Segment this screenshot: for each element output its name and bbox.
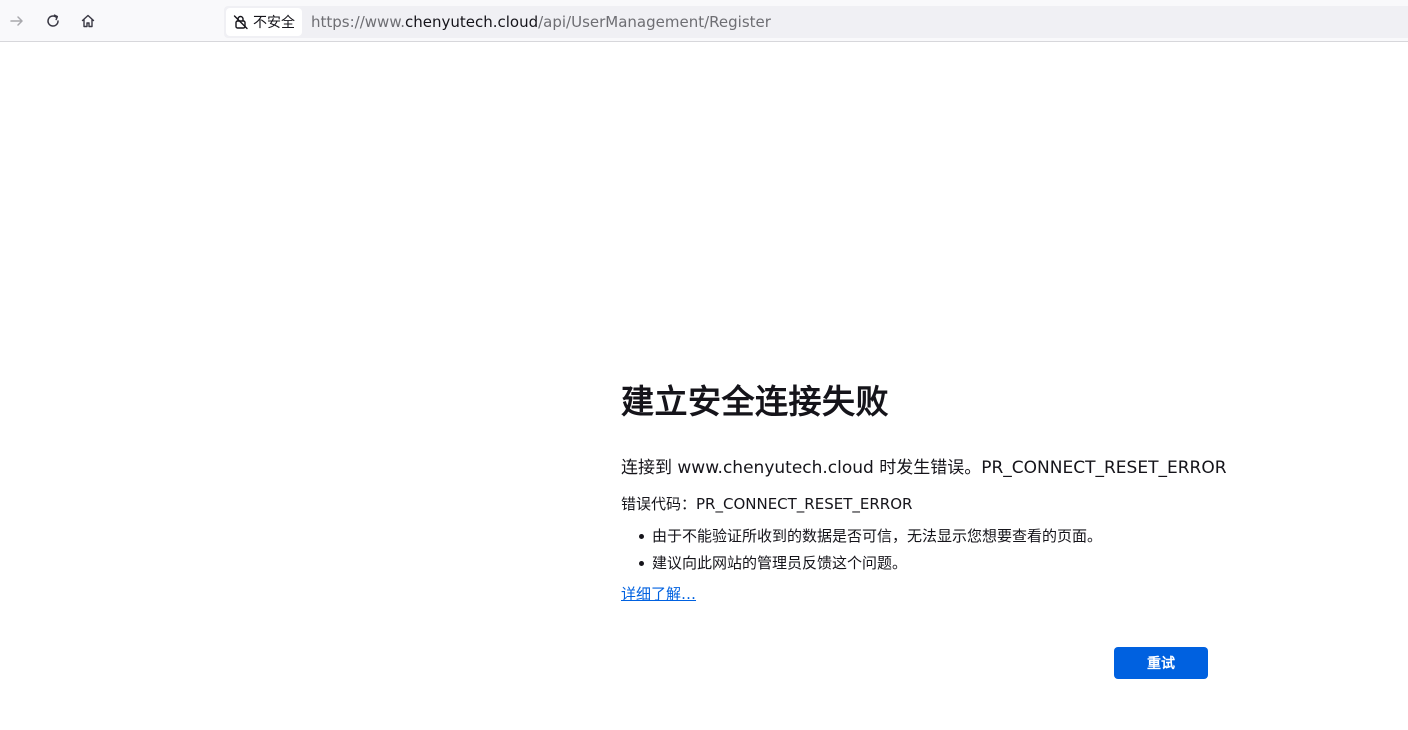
url-bar[interactable]: 不安全 https://www.chenyutech.cloud/api/Use… [224,6,1408,38]
browser-toolbar: 不安全 https://www.chenyutech.cloud/api/Use… [0,0,1408,42]
reload-button[interactable] [39,7,67,35]
security-label: 不安全 [253,15,295,31]
error-short-description: 连接到 www.chenyutech.cloud 时发生错误。PR_CONNEC… [621,458,1227,478]
url-text[interactable]: https://www.chenyutech.cloud/api/UserMan… [311,6,771,38]
error-details-list: 由于不能验证所收到的数据是否可信，无法显示您想要查看的页面。 建议向此网站的管理… [621,526,1221,573]
forward-button[interactable] [3,7,31,35]
url-scheme: https:// [311,13,365,31]
learn-more-link[interactable]: 详细了解… [621,584,696,604]
list-item: 由于不能验证所收到的数据是否可信，无法显示您想要查看的页面。 [639,526,1221,546]
insecure-lock-icon [233,15,248,30]
error-title: 建立安全连接失败 [621,382,889,421]
error-page-container: 建立安全连接失败 连接到 www.chenyutech.cloud 时发生错误。… [621,372,1227,604]
url-host: chenyutech.cloud [404,13,539,31]
try-again-button[interactable]: 重试 [1114,647,1208,679]
arrow-right-icon [10,16,23,26]
url-path: /api/UserManagement/Register [538,13,771,31]
url-subdomain: www. [364,13,405,31]
error-code: 错误代码：PR_CONNECT_RESET_ERROR [621,495,913,513]
site-security-button[interactable]: 不安全 [226,8,302,36]
list-item: 建议向此网站的管理员反馈这个问题。 [639,553,1221,573]
home-button[interactable] [74,7,102,35]
reload-icon [47,14,59,27]
home-icon [81,14,95,28]
